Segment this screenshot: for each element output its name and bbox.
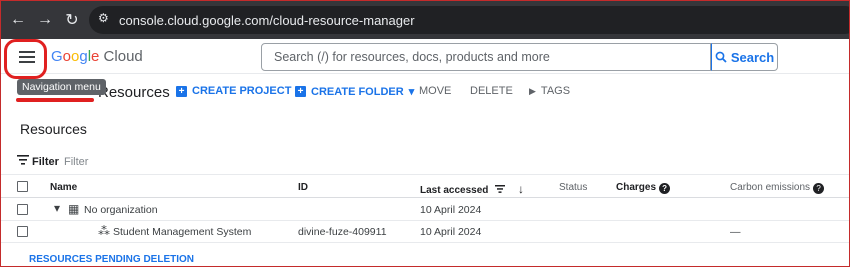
- filter-icon: [17, 155, 29, 165]
- help-icon[interactable]: ?: [659, 183, 671, 194]
- chevron-down-icon: ▾: [408, 86, 415, 98]
- select-all-checkbox[interactable]: [17, 181, 28, 192]
- column-carbon-emissions[interactable]: Carbon emissions?: [730, 182, 825, 194]
- sort-menu-icon[interactable]: [495, 185, 506, 193]
- project-icon: ⁂: [98, 224, 110, 238]
- table-row[interactable]: ⁂ Student Management System divine-fuze-…: [1, 221, 849, 243]
- delete-button[interactable]: DELETE: [470, 85, 513, 97]
- browser-toolbar: ← → ↻ ⚙ console.cloud.google.com/cloud-r…: [1, 1, 849, 39]
- url-text: console.cloud.google.com/cloud-resource-…: [119, 12, 415, 28]
- last-accessed: 10 April 2024: [420, 226, 482, 238]
- tags-button[interactable]: ▶ TAGS: [529, 85, 570, 97]
- google-cloud-logo[interactable]: Google Cloud: [51, 48, 143, 65]
- resources-toolbar: Resources + CREATE PROJECT + CREATE FOLD…: [1, 74, 849, 110]
- column-id[interactable]: ID: [298, 182, 308, 193]
- section-title: Resources: [20, 121, 87, 137]
- resource-name[interactable]: No organization: [84, 204, 158, 216]
- search-button-label: Search: [730, 49, 775, 65]
- create-project-button[interactable]: + CREATE PROJECT: [176, 85, 291, 97]
- organization-icon: ▦: [68, 202, 80, 216]
- forward-icon[interactable]: →: [34, 9, 56, 31]
- help-icon[interactable]: ?: [813, 183, 825, 194]
- create-folder-label: CREATE FOLDER: [311, 85, 404, 98]
- address-bar[interactable]: ⚙ console.cloud.google.com/cloud-resourc…: [89, 6, 849, 34]
- table-header: Name ID Last accessed ↓ Status Charges? …: [1, 176, 849, 198]
- row-checkbox[interactable]: [17, 226, 28, 237]
- row-checkbox[interactable]: [17, 204, 28, 215]
- filter-label: Filter: [32, 156, 59, 168]
- reload-icon[interactable]: ↻: [61, 9, 83, 31]
- column-charges[interactable]: Charges?: [616, 182, 671, 194]
- column-name[interactable]: Name: [50, 182, 77, 193]
- plus-icon: +: [176, 85, 187, 97]
- folder-plus-icon: +: [295, 86, 306, 97]
- search-button[interactable]: Search: [711, 43, 778, 71]
- annotation-circle: [4, 39, 47, 79]
- resources-pending-deletion-link[interactable]: RESOURCES PENDING DELETION: [29, 254, 194, 265]
- filter-input[interactable]: Filter: [64, 156, 88, 168]
- search-icon: [715, 51, 727, 63]
- column-last-accessed[interactable]: Last accessed ↓: [420, 182, 524, 196]
- expand-icon[interactable]: ▾: [54, 201, 60, 215]
- page-title: Resources: [98, 84, 170, 101]
- sort-arrow-icon[interactable]: ↓: [518, 182, 524, 196]
- annotation-underline: [16, 98, 94, 102]
- tag-icon: ▶: [529, 85, 536, 96]
- console-header: Google Cloud Search (/) for resources, d…: [1, 39, 849, 79]
- resource-name[interactable]: Student Management System: [113, 226, 251, 238]
- last-accessed: 10 April 2024: [420, 204, 482, 216]
- resource-id: divine-fuze-409911: [298, 226, 387, 238]
- screen: ← → ↻ ⚙ console.cloud.google.com/cloud-r…: [0, 0, 850, 267]
- filter-bar[interactable]: Filter Filter: [1, 149, 849, 175]
- create-folder-button[interactable]: + CREATE FOLDER ▾: [295, 85, 414, 98]
- tags-label: TAGS: [540, 85, 571, 97]
- move-button[interactable]: MOVE: [419, 85, 451, 97]
- table-row[interactable]: ▾ ▦ No organization 10 April 2024: [1, 199, 849, 221]
- column-status[interactable]: Status: [559, 182, 587, 193]
- site-info-icon[interactable]: ⚙: [98, 11, 109, 25]
- carbon-emissions: —: [730, 226, 741, 238]
- navigation-menu-tooltip: Navigation menu: [17, 79, 106, 95]
- create-project-label: CREATE PROJECT: [192, 85, 292, 97]
- search-input[interactable]: Search (/) for resources, docs, products…: [261, 43, 711, 71]
- back-icon[interactable]: ←: [7, 9, 29, 31]
